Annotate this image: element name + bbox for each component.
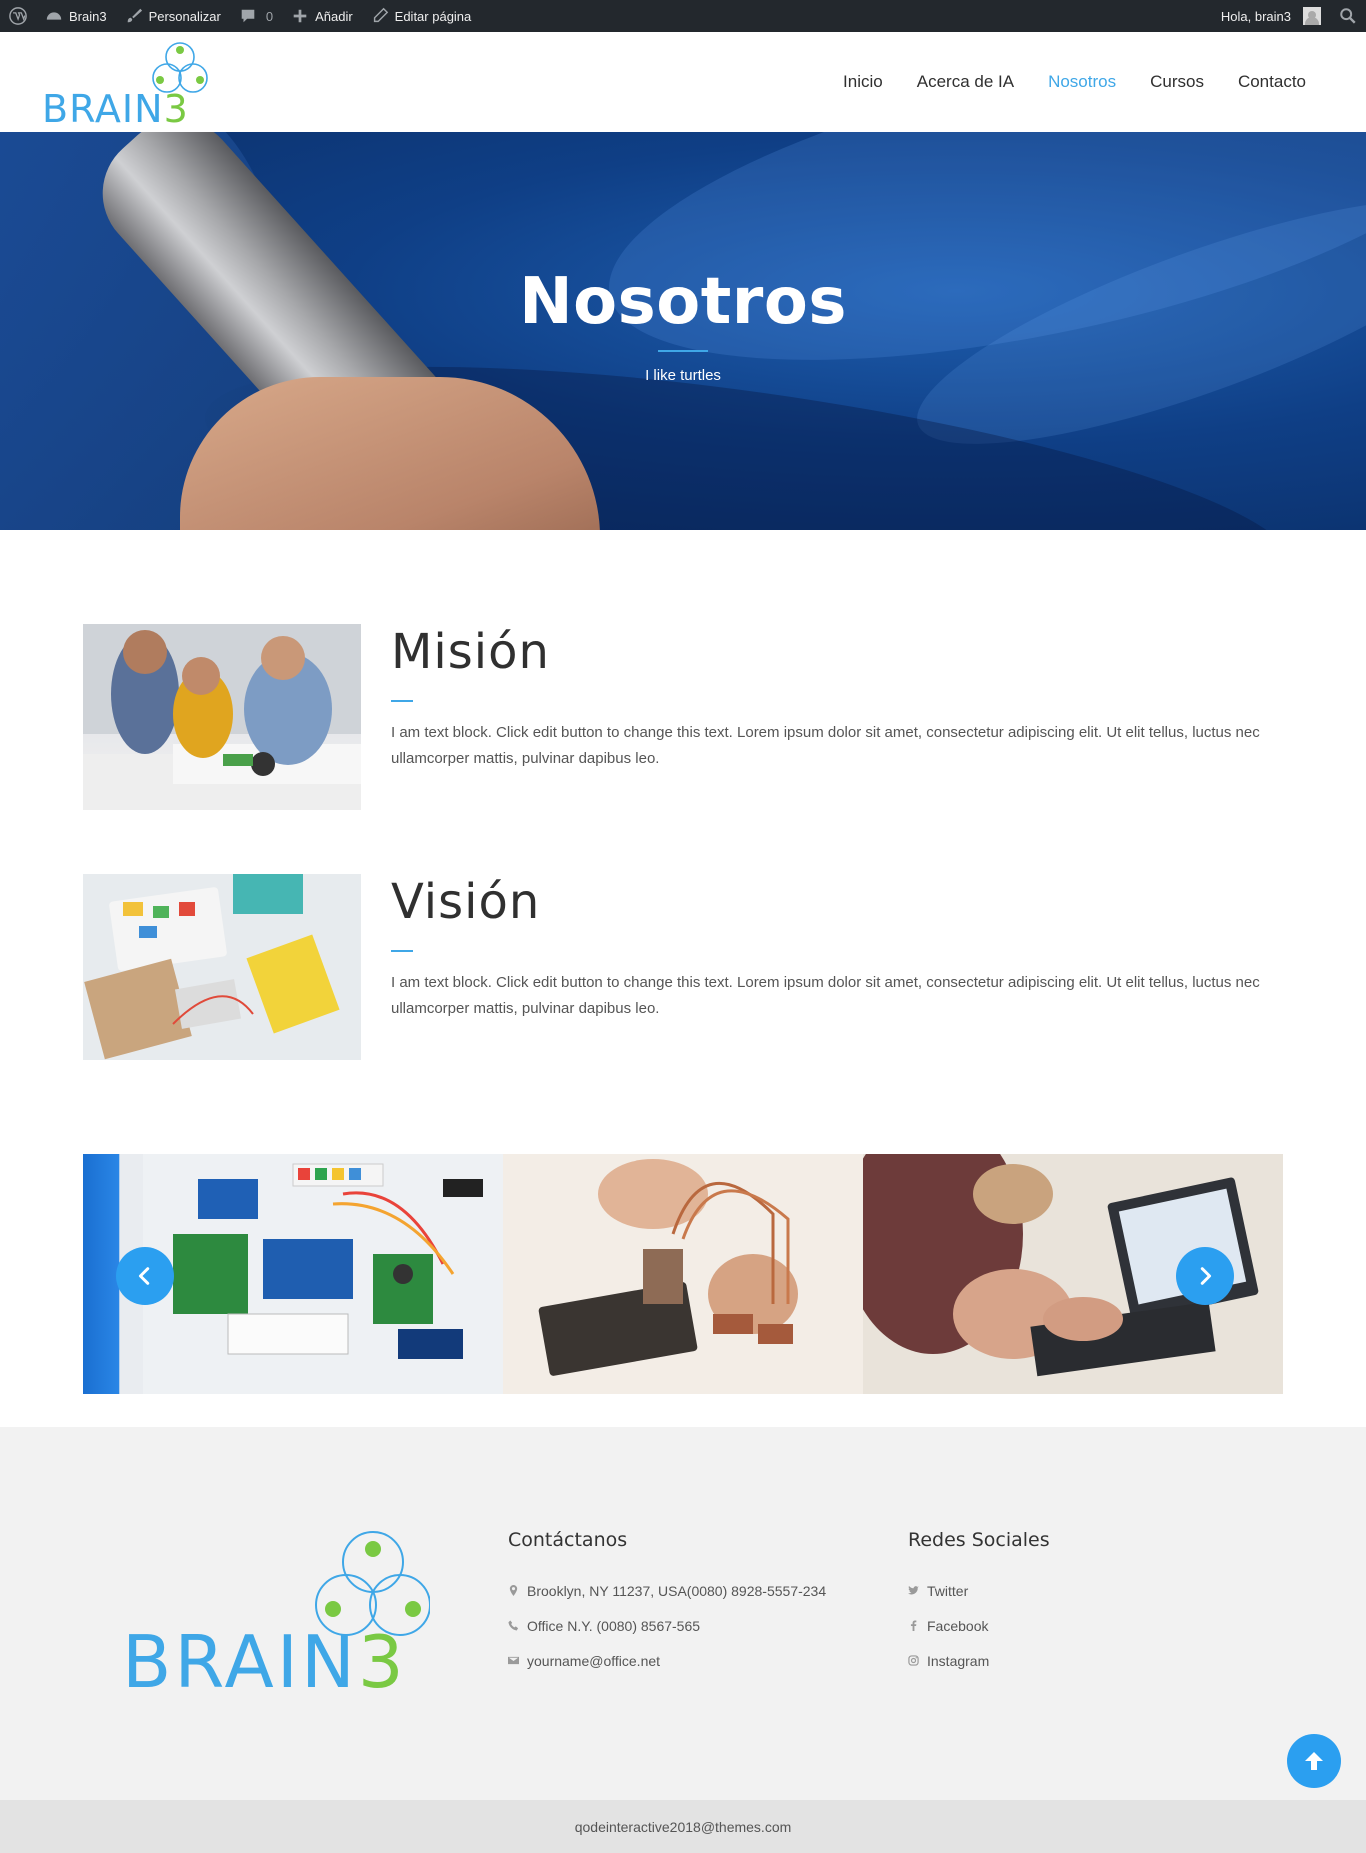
vision-image [83, 874, 361, 1060]
nav-nosotros[interactable]: Nosotros [1048, 72, 1116, 92]
carousel-slide [143, 1154, 503, 1394]
edit-page-button[interactable]: Editar página [362, 0, 481, 32]
image-carousel[interactable] [83, 1154, 1283, 1394]
admin-bar: Brain3 Personalizar 0 Añadir Editar pági… [0, 0, 1366, 32]
chevron-left-icon [138, 1267, 150, 1285]
instagram-icon [908, 1655, 919, 1666]
account-menu[interactable]: Hola, brain3 [1212, 0, 1330, 32]
mission-image [83, 624, 361, 810]
vision-divider [391, 950, 413, 952]
nav-cursos[interactable]: Cursos [1150, 72, 1204, 92]
svg-text:BRAIN3: BRAIN3 [122, 1620, 407, 1692]
nav-acerca-de-ia[interactable]: Acerca de IA [917, 72, 1014, 92]
search-button[interactable] [1330, 0, 1366, 32]
new-content-label: Añadir [315, 8, 353, 24]
carousel-prev-button[interactable] [116, 1247, 174, 1305]
contact-address: Brooklyn, NY 11237, USA(0080) 8928-5557-… [508, 1573, 826, 1608]
brush-icon [127, 8, 142, 23]
phone-icon [508, 1620, 519, 1631]
edit-page-label: Editar página [394, 8, 472, 24]
comments-button[interactable]: 0 [230, 0, 282, 32]
copyright-text: qodeinteractive2018@themes.com [574, 1818, 792, 1835]
page-subtitle: I like turtles [645, 367, 721, 384]
nav-contacto[interactable]: Contacto [1238, 72, 1306, 92]
contact-phone: Office N.Y. (0080) 8567-565 [508, 1608, 826, 1643]
mission-divider [391, 700, 413, 702]
customize-button[interactable]: Personalizar [116, 0, 230, 32]
social-facebook-link[interactable]: Facebook [908, 1608, 1050, 1643]
logo-circles-icon [152, 42, 208, 93]
chevron-right-icon [1200, 1267, 1212, 1285]
comments-count: 0 [265, 8, 274, 24]
wordpress-logo-button[interactable] [0, 0, 36, 32]
vision-title: Visión [391, 874, 541, 930]
plus-icon [293, 9, 307, 23]
vision-text: I am text block. Click edit button to ch… [391, 974, 1260, 1017]
contact-address-text: Brooklyn, NY 11237, USA(0080) 8928-5557-… [527, 1582, 827, 1599]
new-content-button[interactable]: Añadir [282, 0, 362, 32]
page-title: Nosotros [519, 265, 847, 339]
nav-inicio[interactable]: Inicio [843, 72, 883, 92]
contact-column: Contáctanos Brooklyn, NY 11237, USA(0080… [508, 1529, 826, 1678]
contact-phone-text: Office N.Y. (0080) 8567-565 [527, 1617, 701, 1634]
main-nav: Inicio Acerca de IA Nosotros Cursos Cont… [843, 32, 1306, 132]
social-twitter-label: Twitter [927, 1582, 969, 1599]
social-instagram-label: Instagram [927, 1652, 990, 1669]
site-name-button[interactable]: Brain3 [36, 0, 116, 32]
pencil-icon [373, 7, 388, 23]
svg-text:BRAIN3: BRAIN3 [42, 87, 189, 128]
envelope-icon [508, 1656, 519, 1665]
social-facebook-label: Facebook [927, 1617, 989, 1634]
social-instagram-link[interactable]: Instagram [908, 1643, 1050, 1678]
footer-logo[interactable]: BRAIN3 [120, 1527, 430, 1692]
social-twitter-link[interactable]: Twitter [908, 1573, 1050, 1608]
social-heading: Redes Sociales [908, 1529, 1050, 1551]
contact-email-text: yourname@office.net [527, 1652, 661, 1669]
back-to-top-button[interactable] [1287, 1734, 1341, 1788]
avatar [1303, 7, 1321, 25]
facebook-icon [910, 1620, 917, 1631]
contact-heading: Contáctanos [508, 1529, 628, 1551]
site-name-label: Brain3 [69, 8, 107, 24]
wordpress-icon [9, 7, 27, 25]
carousel-slide [503, 1154, 863, 1394]
mission-title: Misión [391, 624, 550, 680]
greeting-label: Hola, brain3 [1220, 8, 1291, 24]
social-column: Redes Sociales Twitter Facebook Instagra… [908, 1529, 1050, 1678]
search-icon [1340, 8, 1356, 24]
site-logo[interactable]: BRAIN3 [42, 38, 217, 128]
title-underline [658, 350, 708, 352]
carousel-next-button[interactable] [1176, 1247, 1234, 1305]
mission-text: I am text block. Click edit button to ch… [391, 724, 1260, 767]
location-pin-icon [509, 1585, 518, 1596]
twitter-icon [908, 1586, 919, 1595]
site-header: BRAIN3 Inicio Acerca de IA Nosotros Curs… [0, 32, 1366, 132]
site-footer: BRAIN3 Contáctanos Brooklyn, NY 11237, U… [0, 1427, 1366, 1800]
arrow-up-icon [1305, 1752, 1323, 1770]
contact-email[interactable]: yourname@office.net [508, 1643, 826, 1678]
comment-icon [241, 9, 255, 23]
footer-bottom-bar: qodeinteractive2018@themes.com [0, 1800, 1366, 1853]
customize-label: Personalizar [148, 8, 221, 24]
dashboard-icon [46, 12, 62, 20]
